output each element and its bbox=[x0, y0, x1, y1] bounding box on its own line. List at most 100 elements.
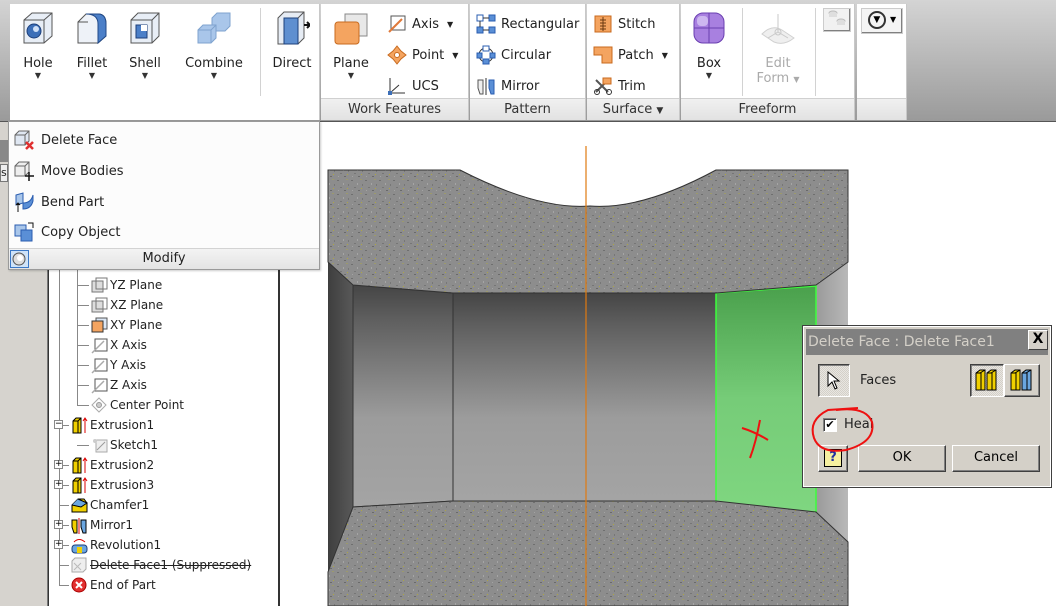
surface-panel-label[interactable]: Surface ▼ bbox=[587, 98, 679, 120]
edit-form-label-1: Edit bbox=[765, 56, 791, 71]
tree-item[interactable]: XY Plane bbox=[91, 315, 162, 335]
work-features-panel-label[interactable]: Work Features bbox=[321, 98, 468, 120]
box-button[interactable]: Box ▼ bbox=[681, 8, 737, 81]
tree-item[interactable]: Z Axis bbox=[91, 375, 147, 395]
tree-item[interactable]: Extrusion1 bbox=[71, 415, 154, 435]
plane-label: Plane bbox=[333, 56, 369, 71]
solid-mode-button[interactable] bbox=[970, 364, 1004, 397]
chevron-down-icon: ▼ bbox=[452, 50, 459, 60]
faces-label: Faces bbox=[860, 373, 897, 388]
tree-branch-line bbox=[77, 385, 89, 386]
tree-branch-line bbox=[77, 305, 89, 306]
tree-item[interactable]: Mirror1 bbox=[71, 515, 133, 535]
stitch-button[interactable]: Stitch bbox=[593, 12, 655, 36]
tree-item[interactable]: Extrusion3 bbox=[71, 475, 154, 495]
direct-label: Direct bbox=[272, 56, 312, 71]
tree-item[interactable]: Y Axis bbox=[91, 355, 146, 375]
axis-button[interactable]: Axis ▼ bbox=[387, 12, 453, 36]
bend-part-icon bbox=[15, 192, 34, 212]
collapse-icon[interactable]: − bbox=[54, 420, 63, 429]
ribbon-options-button[interactable]: ▼ ▼ bbox=[861, 8, 903, 34]
plane-active-icon bbox=[91, 317, 108, 332]
tree-item[interactable]: Delete Face1 (Suppressed) bbox=[71, 555, 251, 575]
model-browser: YZ Plane XZ Plane XY Plane X Axis Y Axis Z Ax… bbox=[48, 260, 280, 606]
hole-button[interactable]: Hole ▼ bbox=[10, 8, 66, 81]
bend-part-label: Bend Part bbox=[41, 194, 105, 210]
tree-branch-line bbox=[59, 565, 69, 566]
surface-mode-button[interactable] bbox=[1004, 364, 1040, 397]
expand-icon[interactable]: + bbox=[54, 520, 63, 529]
cancel-button[interactable]: Cancel bbox=[952, 445, 1040, 472]
more-panel-label bbox=[857, 98, 906, 120]
dialog-title: Delete Face : Delete Face1 bbox=[808, 334, 995, 350]
ucs-button[interactable]: UCS bbox=[387, 74, 439, 98]
dialog-title-bar[interactable]: Delete Face : Delete Face1 bbox=[806, 329, 1048, 355]
tree-item-label: Revolution1 bbox=[90, 538, 162, 552]
ok-label: OK bbox=[892, 450, 912, 465]
dialog-close-button[interactable]: X bbox=[1028, 330, 1048, 350]
fillet-icon bbox=[77, 13, 107, 45]
point-button[interactable]: Point ▼ bbox=[387, 43, 458, 67]
tree-item-label: XZ Plane bbox=[110, 298, 164, 312]
tree-item[interactable]: X Axis bbox=[91, 335, 147, 355]
tree-item[interactable]: Chamfer1 bbox=[71, 495, 149, 515]
tree-item[interactable]: YZ Plane bbox=[91, 275, 162, 295]
tree-item[interactable]: Revolution1 bbox=[71, 535, 161, 555]
direct-edit-button[interactable]: Direct bbox=[264, 8, 320, 71]
menu-item-copy-object[interactable]: Copy Object bbox=[13, 218, 313, 246]
pattern-panel-label[interactable]: Pattern bbox=[470, 98, 585, 120]
pin-button[interactable] bbox=[10, 250, 29, 268]
tree-item[interactable]: XZ Plane bbox=[91, 295, 163, 315]
selected-face[interactable] bbox=[715, 285, 817, 513]
tree-branch-line bbox=[77, 405, 89, 406]
chevron-down-icon: ▼ bbox=[141, 71, 149, 80]
rectangular-label: Rectangular bbox=[501, 16, 580, 32]
separator bbox=[815, 8, 816, 96]
expand-icon[interactable]: + bbox=[54, 540, 63, 549]
menu-item-bend-part[interactable]: Bend Part bbox=[13, 188, 313, 216]
circular-pattern-button[interactable]: Circular bbox=[476, 43, 551, 67]
close-icon: X bbox=[1032, 331, 1044, 347]
options-circle-icon: ▼ bbox=[867, 11, 886, 29]
trim-button[interactable]: Trim bbox=[593, 74, 646, 98]
tree-item-label: Extrusion1 bbox=[90, 418, 155, 432]
tree-item-label: Mirror1 bbox=[90, 518, 133, 532]
work-features-panel: Plane ▼ Axis ▼ Point ▼ UCS Work Features bbox=[321, 4, 469, 120]
tree-item-label: XY Plane bbox=[110, 318, 163, 332]
fillet-button[interactable]: Fillet ▼ bbox=[64, 8, 120, 81]
shell-label: Shell bbox=[129, 56, 161, 71]
faces-select-button[interactable] bbox=[818, 364, 850, 397]
patch-button[interactable]: Patch ▼ bbox=[593, 43, 668, 67]
circular-pattern-icon bbox=[476, 45, 496, 65]
expand-icon[interactable]: + bbox=[54, 480, 63, 489]
tree-item[interactable]: End of Part bbox=[71, 575, 156, 595]
expand-icon[interactable]: + bbox=[54, 460, 63, 469]
modify-menu-footer: Modify bbox=[9, 248, 319, 269]
tree-branch-line bbox=[77, 345, 89, 346]
tree-item[interactable]: Center Point bbox=[91, 395, 184, 415]
box-freeform-icon bbox=[693, 12, 725, 44]
combine-button[interactable]: Combine ▼ bbox=[182, 8, 246, 81]
menu-item-move-bodies[interactable]: Move Bodies bbox=[13, 157, 313, 185]
rectangular-pattern-button[interactable]: Rectangular bbox=[476, 12, 579, 36]
menu-item-delete-face[interactable]: Delete Face bbox=[13, 126, 313, 154]
mirror-pattern-button[interactable]: Mirror bbox=[476, 74, 539, 98]
chevron-down-icon: ▼ bbox=[705, 71, 713, 80]
freeform-panel: Box ▼ Edit Form ▼ Freeform bbox=[681, 4, 855, 120]
browser-tab[interactable]: s bbox=[0, 164, 8, 182]
axis-icon bbox=[91, 338, 108, 354]
mirror-label: Mirror bbox=[501, 78, 540, 94]
convert-button[interactable] bbox=[823, 8, 851, 32]
chevron-down-icon: ▼ bbox=[210, 71, 218, 80]
convert-icon bbox=[828, 10, 846, 25]
shell-button[interactable]: Shell ▼ bbox=[117, 8, 173, 81]
tree-item-label: Extrusion3 bbox=[90, 478, 155, 492]
edit-form-button[interactable]: Edit Form ▼ bbox=[747, 8, 809, 87]
plane-button[interactable]: Plane ▼ bbox=[323, 8, 379, 81]
freeform-panel-label[interactable]: Freeform bbox=[681, 98, 854, 120]
edit-form-label-2: Form ▼ bbox=[747, 71, 809, 87]
separator bbox=[260, 8, 261, 96]
tree-item[interactable]: Sketch1 bbox=[91, 435, 158, 455]
tree-item[interactable]: Extrusion2 bbox=[71, 455, 154, 475]
tree-item-label: Extrusion2 bbox=[90, 458, 155, 472]
